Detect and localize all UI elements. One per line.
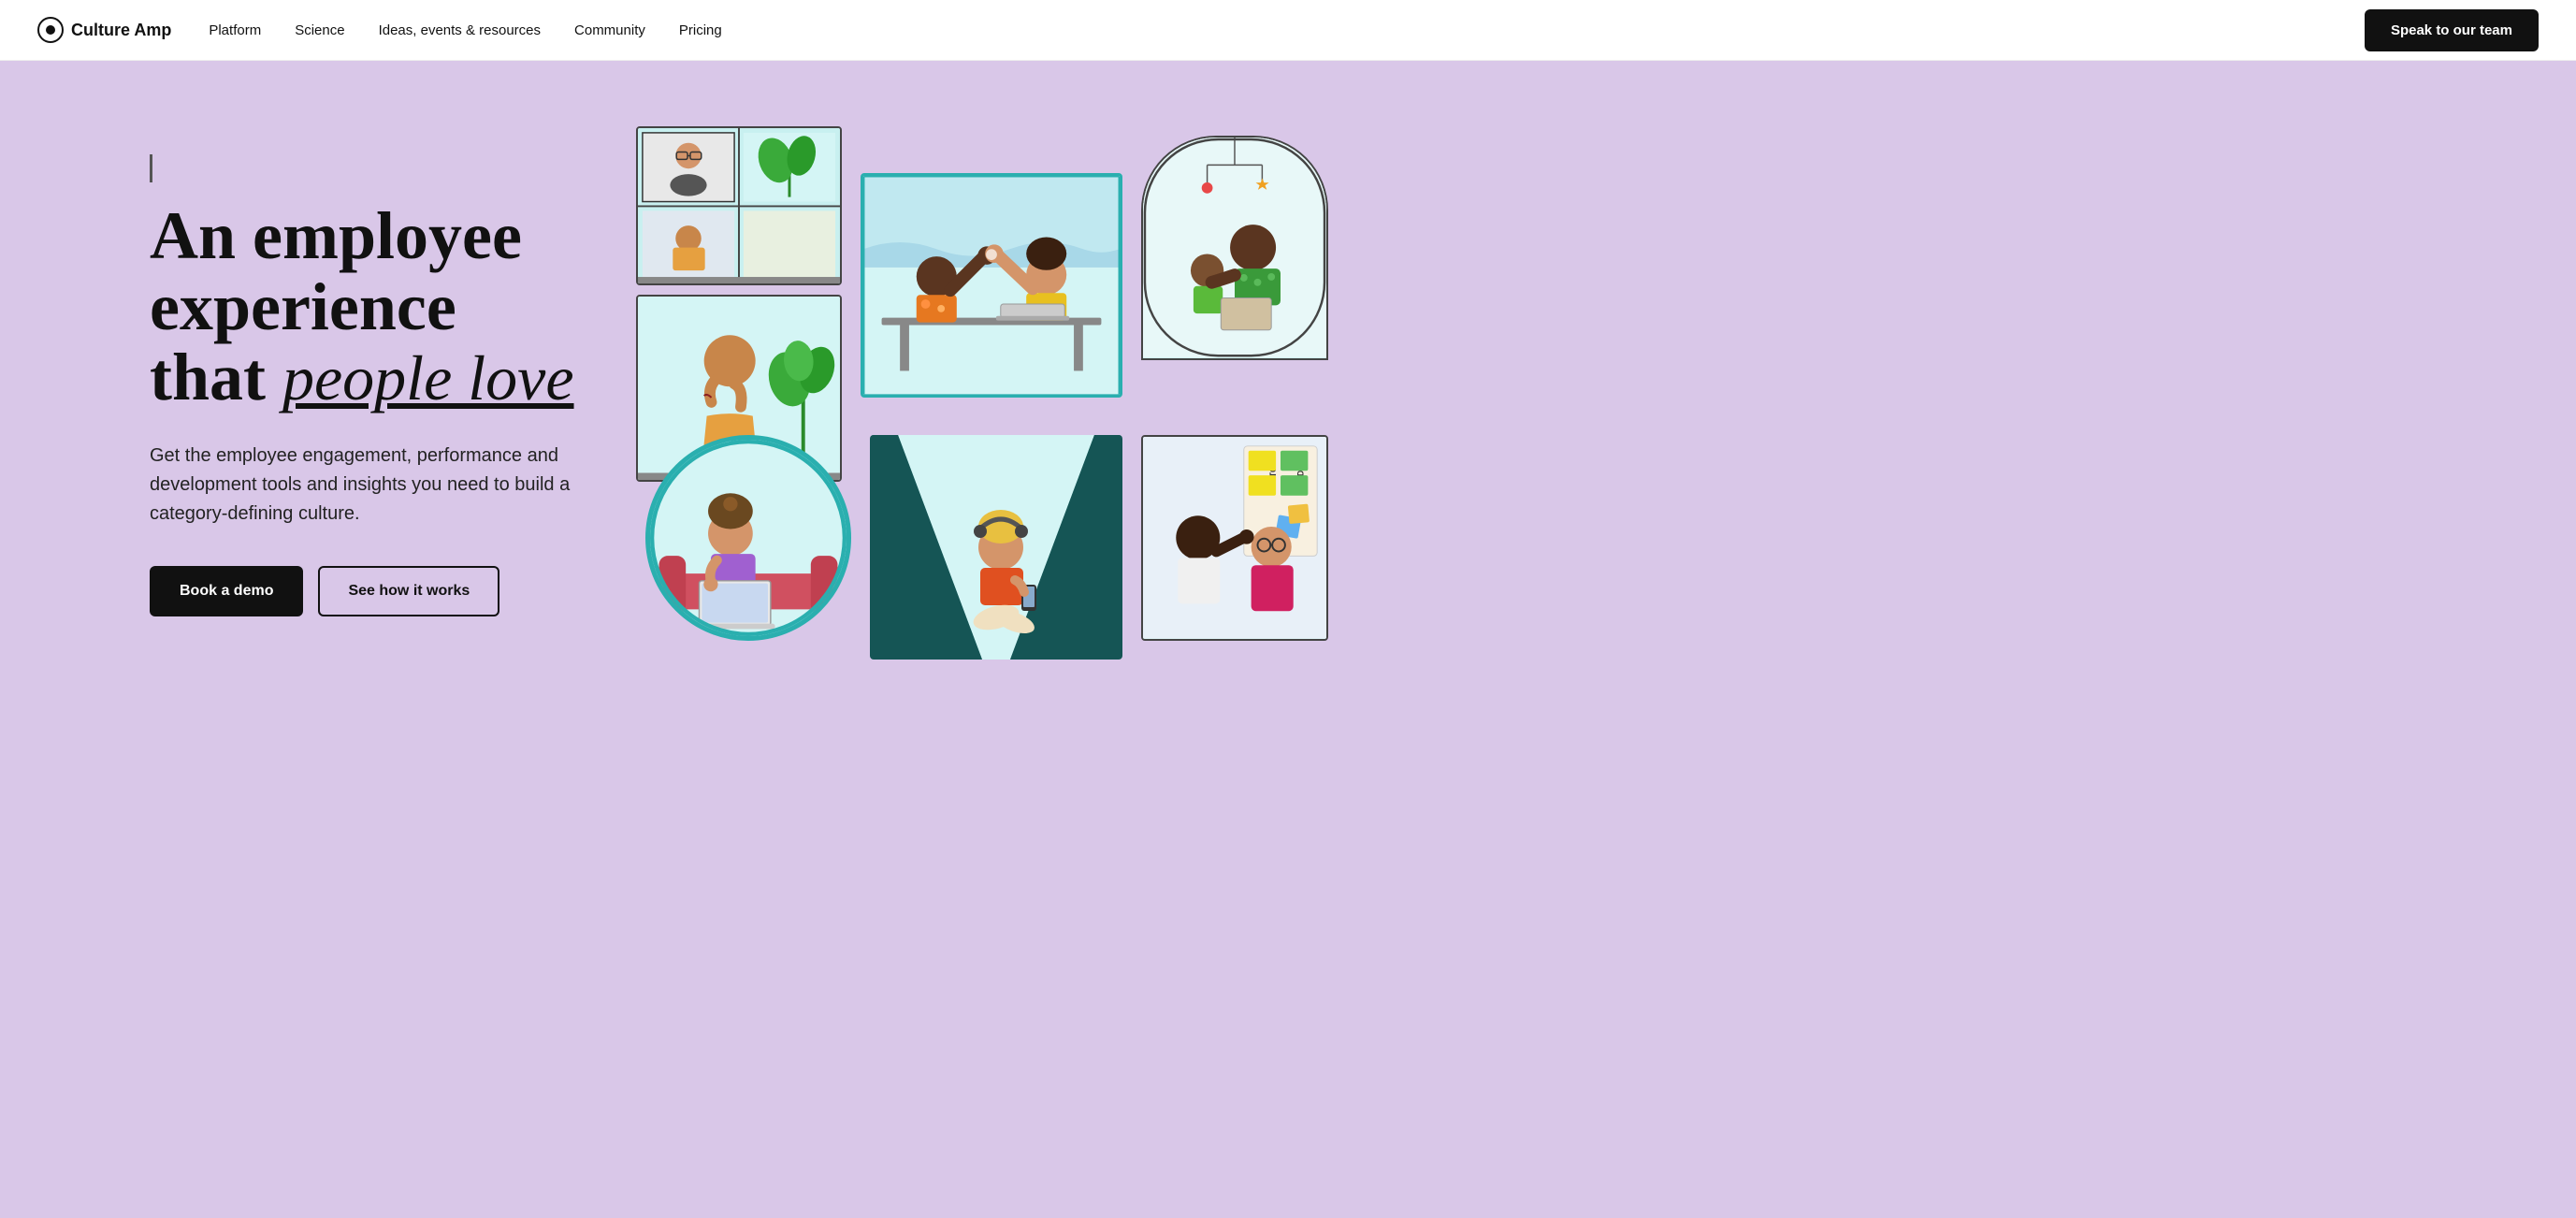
nav-pricing[interactable]: Pricing	[679, 22, 722, 38]
illustration-container: TO DO DONE	[636, 117, 2501, 772]
family-dome-frame	[1141, 136, 1328, 360]
logo-text: Culture Amp	[71, 21, 171, 40]
tent-person-frame	[870, 435, 1122, 660]
logo[interactable]: Culture Amp	[37, 17, 171, 43]
tent-illustration	[870, 435, 1122, 660]
hero-left-content: An employee experience that people love …	[150, 117, 580, 616]
book-demo-button[interactable]: Book a demo	[150, 566, 303, 616]
heading-line3: that people love	[150, 340, 574, 414]
highfive-illustration	[863, 176, 1120, 396]
laptop-person-circle-frame	[645, 435, 851, 641]
video-call-frame	[636, 126, 842, 285]
see-how-it-works-button[interactable]: See how it works	[318, 566, 499, 616]
family-illustration	[1143, 138, 1326, 357]
highfive-frame	[861, 173, 1122, 398]
hero-section: An employee experience that people love …	[0, 61, 2576, 1218]
video-call-illustration	[638, 128, 840, 284]
hero-illustrations: TO DO DONE	[636, 117, 2501, 678]
nav-science[interactable]: Science	[295, 22, 344, 38]
kanban-illustration: TO DO DONE	[1143, 437, 1326, 639]
speak-to-team-button[interactable]: Speak to our team	[2365, 9, 2539, 51]
laptop-person-illustration	[650, 440, 847, 636]
decorative-line	[150, 154, 152, 182]
hero-buttons: Book a demo See how it works	[150, 566, 580, 616]
nav-community[interactable]: Community	[574, 22, 645, 38]
culture-amp-logo-icon	[37, 17, 64, 43]
main-nav: Culture Amp Platform Science Ideas, even…	[0, 0, 2576, 61]
nav-ideas[interactable]: Ideas, events & resources	[379, 22, 541, 38]
nav-links: Platform Science Ideas, events & resourc…	[209, 22, 2365, 38]
hero-subtext: Get the employee engagement, performance…	[150, 442, 580, 529]
hero-heading: An employee experience that people love	[150, 201, 580, 413]
nav-platform[interactable]: Platform	[209, 22, 261, 38]
kanban-frame: TO DO DONE	[1141, 435, 1328, 641]
